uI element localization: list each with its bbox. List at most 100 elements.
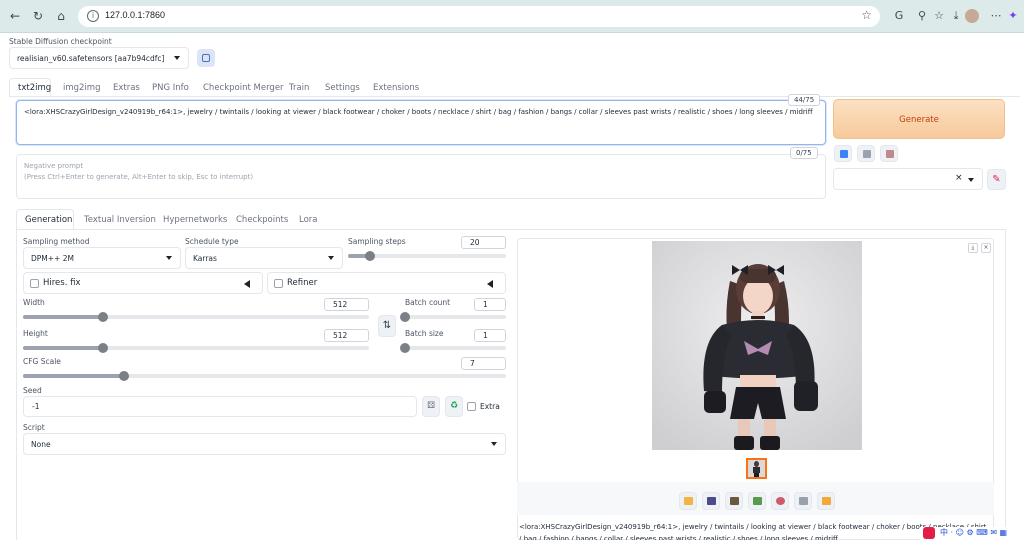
tab-extras[interactable]: Extras — [113, 83, 140, 93]
refiner-label: Refiner — [287, 278, 318, 288]
sampling-steps-input[interactable]: 20 — [461, 236, 506, 249]
width-slider[interactable] — [23, 312, 369, 322]
favorites-icon[interactable]: ☆ — [931, 8, 947, 24]
swap-dimensions-button[interactable]: ⇅ — [378, 315, 396, 337]
hires-fix-label: Hires. fix — [43, 278, 81, 288]
hires-fix-accordion[interactable]: Hires. fix — [23, 272, 263, 294]
tab-checkpoint-merger[interactable]: Checkpoint Merger — [203, 83, 284, 93]
dice-icon: ⚄ — [427, 401, 435, 411]
schedule-type-label: Schedule type — [185, 237, 239, 246]
archive-icon — [730, 497, 739, 505]
tab-hypernetworks[interactable]: Hypernetworks — [163, 215, 227, 225]
generated-image[interactable] — [652, 241, 862, 450]
close-image-icon[interactable]: × — [981, 243, 991, 253]
save-button[interactable] — [702, 492, 720, 510]
apply-style-button[interactable] — [880, 145, 898, 162]
site-info-icon[interactable]: i — [87, 10, 99, 22]
zip-button[interactable] — [725, 492, 743, 510]
tab-divider — [9, 96, 1020, 97]
batch-count-slider[interactable] — [400, 312, 506, 322]
checkpoint-select[interactable]: realisian_v60.safetensors [aa7b94cdfc] — [9, 47, 189, 69]
bookmark-star-icon[interactable]: ☆ — [861, 8, 872, 22]
checkpoint-value: realisian_v60.safetensors [aa7b94cdfc] — [17, 54, 165, 63]
batch-size-input[interactable]: 1 — [474, 329, 506, 342]
schedule-type-select[interactable]: Karras — [185, 247, 343, 269]
refresh-checkpoint-button[interactable] — [197, 49, 215, 67]
generate-button[interactable]: Generate — [833, 99, 1005, 139]
reload-icon[interactable]: ↻ — [30, 8, 46, 24]
clear-prompt-button[interactable] — [857, 145, 875, 162]
trash-icon — [863, 150, 871, 158]
generated-image-art — [652, 241, 862, 450]
negative-prompt-placeholder: Negative prompt — [24, 162, 84, 170]
checkpoint-label: Stable Diffusion checkpoint — [9, 37, 112, 46]
cfg-scale-slider[interactable] — [23, 371, 506, 381]
batch-count-input[interactable]: 1 — [474, 298, 506, 311]
address-bar[interactable]: i 127.0.0.1:7860 ☆ — [78, 6, 880, 27]
width-input[interactable]: 512 — [324, 298, 369, 311]
tab-settings[interactable]: Settings — [325, 83, 360, 93]
random-seed-button[interactable]: ⚄ — [422, 396, 440, 417]
refiner-checkbox[interactable] — [274, 279, 283, 288]
sparkle-icon — [822, 497, 831, 505]
tab-lora[interactable]: Lora — [299, 215, 318, 225]
profile-avatar[interactable] — [965, 9, 979, 23]
slider-handle[interactable] — [97, 343, 108, 353]
styles-select[interactable]: × — [833, 168, 983, 190]
slider-handle[interactable] — [400, 343, 410, 353]
palette-icon — [776, 497, 785, 505]
hires-fix-checkbox[interactable] — [30, 279, 39, 288]
send-to-inpaint-button[interactable] — [771, 492, 789, 510]
tab-png-info[interactable]: PNG Info — [152, 83, 189, 93]
sampling-method-label: Sampling method — [23, 237, 90, 246]
sampling-method-value: DPM++ 2M — [31, 254, 74, 263]
tab-train[interactable]: Train — [289, 83, 309, 93]
menu-dots-icon[interactable]: ⋯ — [988, 8, 1004, 24]
tab-generation[interactable]: Generation — [25, 215, 72, 225]
clear-icon[interactable]: × — [955, 173, 963, 183]
script-label: Script — [23, 423, 45, 432]
sampling-steps-slider[interactable] — [348, 251, 506, 261]
height-slider[interactable] — [23, 343, 369, 353]
edit-styles-button[interactable]: ✎ — [987, 169, 1006, 190]
prompt-input[interactable]: <lora:XHSCrazyGirlDesign_v240919b_r64:1>… — [16, 100, 826, 145]
download-icon[interactable]: ⤓ — [948, 8, 964, 24]
tab-textual-inversion[interactable]: Textual Inversion — [84, 215, 156, 225]
read-params-button[interactable] — [834, 145, 852, 162]
seed-label: Seed — [23, 386, 42, 395]
copilot-icon[interactable]: ✦ — [1005, 8, 1021, 24]
back-icon[interactable]: ← — [7, 8, 23, 24]
tab-extensions[interactable]: Extensions — [373, 83, 419, 93]
height-input[interactable]: 512 — [324, 329, 369, 342]
reuse-seed-button[interactable]: ♻ — [445, 396, 463, 417]
slider-handle[interactable] — [400, 312, 410, 322]
url-text: 127.0.0.1:7860 — [105, 10, 166, 20]
image-thumbnail[interactable] — [746, 458, 767, 479]
sampling-method-select[interactable]: DPM++ 2M — [23, 247, 181, 269]
send-to-img2img-button[interactable] — [748, 492, 766, 510]
upscale-button[interactable] — [817, 492, 835, 510]
extra-seed-checkbox[interactable] — [467, 402, 476, 411]
tab-img2img[interactable]: img2img — [63, 83, 100, 93]
send-to-extras-button[interactable] — [794, 492, 812, 510]
ime-icon[interactable] — [923, 527, 935, 539]
slider-handle[interactable] — [97, 312, 108, 322]
negative-prompt-input[interactable]: Negative prompt (Press Ctrl+Enter to gen… — [16, 154, 826, 199]
cfg-scale-label: CFG Scale — [23, 357, 61, 366]
seed-input[interactable]: -1 — [23, 396, 417, 417]
cfg-scale-input[interactable]: 7 — [461, 357, 506, 370]
tab-checkpoints[interactable]: Checkpoints — [236, 215, 288, 225]
puzzle-icon[interactable]: ⚲ — [914, 8, 930, 24]
caret-left-icon[interactable] — [487, 280, 493, 288]
caret-left-icon[interactable] — [244, 280, 250, 288]
refresh-icon — [202, 54, 210, 62]
script-select[interactable]: None — [23, 433, 506, 455]
refiner-accordion[interactable]: Refiner — [267, 272, 506, 294]
tab-txt2img[interactable]: txt2img — [18, 83, 51, 93]
open-folder-button[interactable] — [679, 492, 697, 510]
download-image-icon[interactable]: ⤓ — [968, 243, 978, 253]
batch-size-slider[interactable] — [400, 343, 506, 353]
extension-icon[interactable]: G — [891, 8, 907, 24]
triangle-ruler-icon — [799, 497, 808, 505]
home-icon[interactable]: ⌂ — [53, 8, 69, 24]
